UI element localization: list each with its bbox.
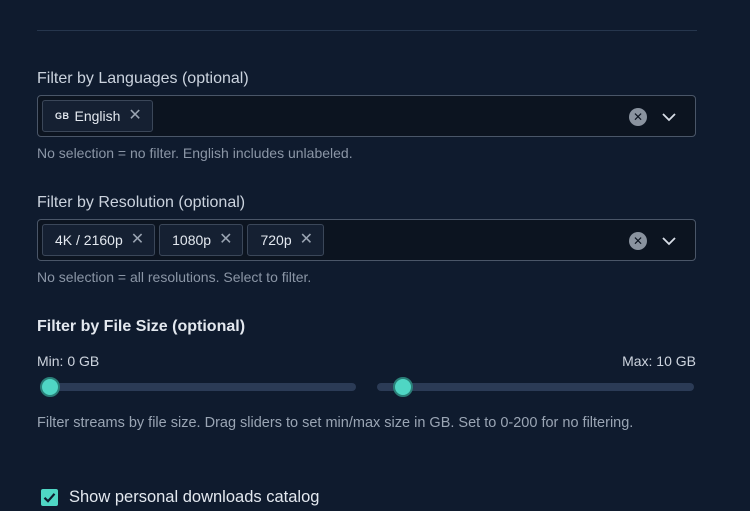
resolution-filter-label: Filter by Resolution (optional) (37, 194, 246, 211)
chevron-down-icon[interactable] (661, 233, 677, 249)
clear-selection-icon[interactable]: ✕ (629, 232, 647, 250)
resolution-chip-720p[interactable]: 720p ✕ (247, 224, 325, 256)
file-size-filter-label: Filter by File Size (optional) (37, 318, 246, 335)
languages-select[interactable]: GB English ✕ ✕ (37, 95, 696, 137)
language-chip-english[interactable]: GB English ✕ (42, 100, 153, 132)
file-size-helper-text: Filter streams by file size. Drag slider… (37, 415, 634, 431)
top-divider (37, 30, 697, 31)
remove-chip-icon[interactable]: ✕ (219, 232, 232, 248)
remove-chip-icon[interactable]: ✕ (131, 232, 144, 248)
resolution-select[interactable]: 4K / 2160p ✕ 1080p ✕ 720p ✕ ✕ (37, 219, 696, 261)
chip-label: English (74, 108, 121, 124)
remove-chip-icon[interactable]: ✕ (300, 232, 313, 248)
chip-label: 720p (260, 232, 292, 248)
max-size-slider-track[interactable] (377, 383, 694, 391)
personal-catalog-label[interactable]: Show personal downloads catalog (69, 488, 319, 507)
chevron-down-icon[interactable] (661, 109, 677, 125)
max-size-slider-thumb[interactable] (393, 377, 413, 397)
resolution-chip-4k[interactable]: 4K / 2160p ✕ (42, 224, 156, 256)
languages-filter-label: Filter by Languages (optional) (37, 70, 249, 87)
checkmark-icon (43, 493, 56, 503)
chip-label: 1080p (172, 232, 212, 248)
max-size-label: Max: 10 GB (622, 353, 696, 369)
min-size-label: Min: 0 GB (37, 353, 100, 369)
remove-chip-icon[interactable]: ✕ (128, 108, 141, 124)
min-size-slider-thumb[interactable] (40, 377, 60, 397)
personal-catalog-checkbox[interactable] (41, 489, 58, 506)
gb-flag-icon: GB (55, 111, 70, 121)
chip-label: 4K / 2160p (55, 232, 123, 248)
resolution-chip-1080p[interactable]: 1080p ✕ (159, 224, 244, 256)
resolution-helper-text: No selection = all resolutions. Select t… (37, 269, 312, 285)
min-size-slider-track[interactable] (40, 383, 356, 391)
clear-selection-icon[interactable]: ✕ (629, 108, 647, 126)
languages-helper-text: No selection = no filter. English includ… (37, 145, 353, 161)
